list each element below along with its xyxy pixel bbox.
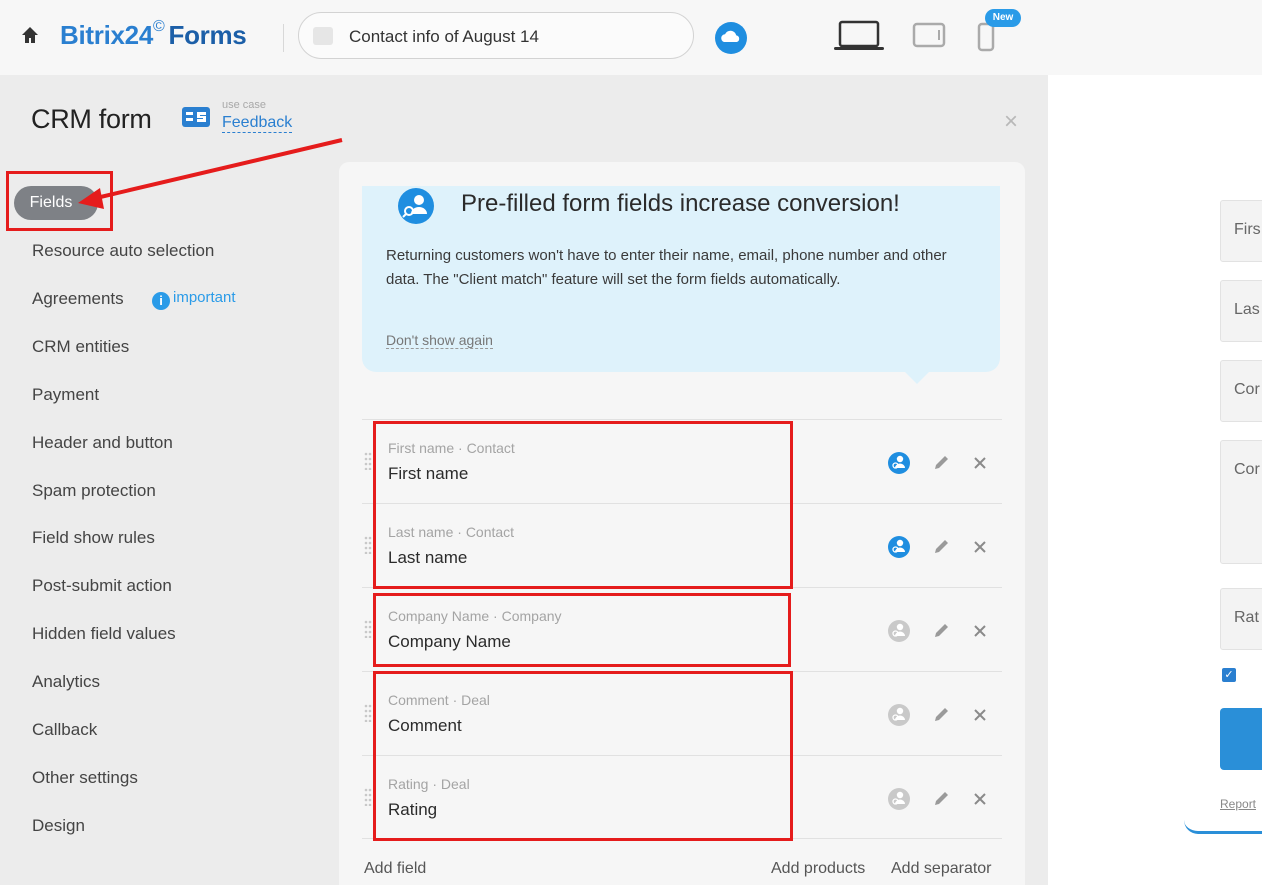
delete-icon[interactable]: [967, 534, 993, 560]
annotation-box-deal-fields: [373, 671, 793, 841]
client-match-inactive-icon[interactable]: [886, 786, 912, 812]
client-match-inactive-icon[interactable]: [886, 702, 912, 728]
image-icon: [313, 27, 333, 45]
preview-bottom-accent: [1184, 820, 1262, 834]
preview-submit-button[interactable]: [1220, 708, 1262, 770]
close-icon[interactable]: ×: [1000, 110, 1022, 134]
use-case-label: use case: [222, 99, 267, 111]
nav-item-post-submit-action[interactable]: Post-submit action: [32, 576, 172, 596]
preview-field-company[interactable]: Cor: [1220, 360, 1262, 422]
preview-agreement-checkbox[interactable]: ✓: [1222, 668, 1236, 682]
nav-item-spam-protection[interactable]: Spam protection: [32, 481, 156, 501]
preview-field-label: Rat: [1234, 609, 1259, 626]
drag-handle-icon[interactable]: [364, 620, 372, 638]
add-separator-link[interactable]: Add separator: [891, 860, 992, 878]
preview-field-rating[interactable]: Rat: [1220, 588, 1262, 650]
dont-show-again-link[interactable]: Don't show again: [386, 332, 493, 349]
preview-field-last-name[interactable]: Las: [1220, 280, 1262, 342]
edit-pencil-icon[interactable]: [928, 618, 954, 644]
brand-product: Forms: [168, 20, 247, 50]
nav-item-header-and-button[interactable]: Header and button: [32, 433, 173, 453]
client-match-active-icon[interactable]: [886, 450, 912, 476]
annotation-arrow-icon: [78, 138, 343, 209]
preview-field-label: Cor: [1234, 461, 1260, 478]
brand-mark: ©: [152, 18, 165, 35]
top-divider: [283, 24, 284, 52]
edit-pencil-icon[interactable]: [928, 786, 954, 812]
preview-field-comment[interactable]: Cor: [1220, 440, 1262, 564]
nav-item-crm-entities[interactable]: CRM entities: [32, 337, 129, 357]
delete-icon[interactable]: [967, 702, 993, 728]
drag-handle-icon[interactable]: [364, 452, 372, 470]
preview-field-first-name[interactable]: Firs: [1220, 200, 1262, 262]
nav-item-analytics[interactable]: Analytics: [32, 672, 100, 692]
nav-item-agreements[interactable]: Agreements: [32, 289, 124, 309]
cloud-icon[interactable]: [714, 21, 748, 55]
drag-handle-icon[interactable]: [364, 536, 372, 554]
nav-item-hidden-field-values[interactable]: Hidden field values: [32, 624, 176, 644]
form-title-input[interactable]: Contact info of August 14: [298, 12, 694, 59]
laptop-view-icon[interactable]: [834, 20, 884, 52]
edit-pencil-icon[interactable]: [928, 534, 954, 560]
client-match-active-icon[interactable]: [886, 534, 912, 560]
client-match-inactive-icon[interactable]: [886, 618, 912, 644]
info-icon: i: [152, 292, 170, 310]
drag-handle-icon[interactable]: [364, 704, 372, 722]
preview-field-label: Firs: [1234, 221, 1261, 238]
drag-handle-icon[interactable]: [364, 788, 372, 806]
add-products-link[interactable]: Add products: [771, 860, 865, 878]
nav-item-callback[interactable]: Callback: [32, 720, 97, 740]
brand-name: Bitrix24: [60, 20, 153, 50]
delete-icon[interactable]: [967, 786, 993, 812]
nav-item-field-show-rules[interactable]: Field show rules: [32, 528, 155, 548]
promo-text: Returning customers won't have to enter …: [386, 247, 947, 288]
preview-field-label: Las: [1234, 301, 1260, 318]
tablet-view-icon[interactable]: [912, 22, 946, 48]
delete-icon[interactable]: [967, 450, 993, 476]
preview-report-link[interactable]: Report: [1220, 797, 1256, 811]
nav-item-design[interactable]: Design: [32, 816, 85, 836]
nav-item-resource-auto-selection[interactable]: Resource auto selection: [32, 241, 214, 261]
client-match-icon: [398, 188, 434, 224]
add-field-link[interactable]: Add field: [364, 860, 426, 878]
annotation-box-company-field: [373, 593, 791, 667]
edit-pencil-icon[interactable]: [928, 702, 954, 728]
important-badge[interactable]: i important: [152, 289, 236, 310]
important-label: important: [173, 289, 236, 306]
form-title-text: Contact info of August 14: [349, 27, 539, 46]
edit-pencil-icon[interactable]: [928, 450, 954, 476]
promo-title: Pre-filled form fields increase conversi…: [461, 190, 900, 217]
preview-field-label: Cor: [1234, 381, 1260, 398]
delete-icon[interactable]: [967, 618, 993, 644]
new-badge: New: [985, 9, 1021, 27]
annotation-box-contact-fields: [373, 421, 793, 589]
nav-item-payment[interactable]: Payment: [32, 385, 99, 405]
use-case-icon: [182, 107, 210, 127]
brand-logo[interactable]: Bitrix24© Forms: [60, 18, 247, 51]
nav-item-other-settings[interactable]: Other settings: [32, 768, 138, 788]
promo-pointer: [903, 370, 931, 384]
home-icon[interactable]: [20, 24, 40, 46]
top-bar: Bitrix24© Forms Contact info of August 14…: [0, 0, 1262, 75]
